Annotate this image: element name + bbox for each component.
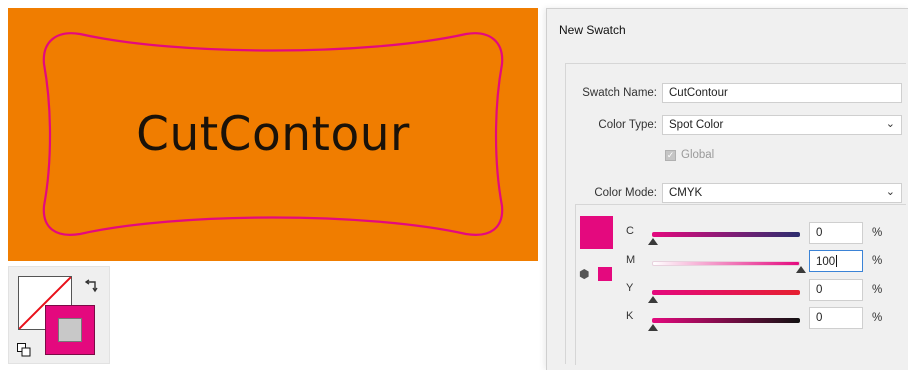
swap-arrow-icon[interactable] bbox=[85, 279, 99, 293]
channel-c-input[interactable]: 0 bbox=[809, 222, 863, 244]
chevron-down-icon: ⌄ bbox=[885, 186, 895, 198]
channel-k-label: K bbox=[626, 310, 634, 322]
channel-k-percent: % bbox=[872, 312, 883, 324]
color-mode-select[interactable]: CMYK ⌄ bbox=[662, 183, 902, 203]
color-mode-value: CMYK bbox=[669, 187, 703, 199]
channel-c-slider[interactable] bbox=[652, 232, 800, 237]
channel-m-value: 100 bbox=[816, 256, 836, 268]
dialog-title: New Swatch bbox=[559, 23, 626, 37]
channel-y-percent: % bbox=[872, 284, 883, 296]
channel-m-thumb[interactable] bbox=[796, 266, 806, 273]
new-swatch-dialog: New Swatch Swatch Name: CutContour Color… bbox=[546, 8, 908, 370]
channel-c-percent: % bbox=[872, 227, 883, 239]
channel-y-label: Y bbox=[626, 282, 634, 294]
default-colors-icon[interactable] bbox=[17, 343, 31, 357]
channel-k-thumb[interactable] bbox=[648, 324, 658, 331]
color-type-value: Spot Color bbox=[669, 119, 724, 131]
color-type-select[interactable]: Spot Color ⌄ bbox=[662, 115, 902, 135]
channel-m-percent: % bbox=[872, 255, 883, 267]
gamut-correction-swatch[interactable] bbox=[598, 267, 612, 281]
color-mode-label: Color Mode: bbox=[594, 187, 657, 199]
fill-stroke-widget bbox=[8, 266, 110, 364]
channel-c-thumb[interactable] bbox=[648, 238, 658, 245]
channel-m-label: M bbox=[626, 254, 636, 266]
color-preview-swatch bbox=[580, 216, 613, 249]
chevron-down-icon: ⌄ bbox=[885, 118, 895, 130]
swatch-name-label: Swatch Name: bbox=[582, 87, 657, 99]
channel-y-input[interactable]: 0 bbox=[809, 279, 863, 301]
color-type-label: Color Type: bbox=[598, 119, 657, 131]
channel-y-thumb[interactable] bbox=[648, 296, 658, 303]
swatch-name-input[interactable]: CutContour bbox=[662, 83, 902, 103]
channel-k-input[interactable]: 0 bbox=[809, 307, 863, 329]
channel-c-label: C bbox=[626, 225, 634, 237]
text-caret bbox=[836, 255, 838, 267]
channel-y-slider[interactable] bbox=[652, 290, 800, 295]
channel-m-input[interactable]: 100 bbox=[809, 250, 863, 272]
artboard: CutContour bbox=[8, 8, 538, 261]
global-checkbox[interactable]: ✓ bbox=[665, 150, 676, 161]
stroke-swatch-icon[interactable] bbox=[45, 305, 95, 355]
global-label: Global bbox=[681, 149, 715, 161]
channel-k-slider[interactable] bbox=[652, 318, 800, 323]
out-of-gamut-cube-icon[interactable]: ⬢ bbox=[579, 267, 589, 281]
artboard-text[interactable]: CutContour bbox=[8, 8, 538, 261]
stroke-inner-box bbox=[58, 318, 82, 342]
channel-m-slider[interactable] bbox=[652, 261, 800, 266]
